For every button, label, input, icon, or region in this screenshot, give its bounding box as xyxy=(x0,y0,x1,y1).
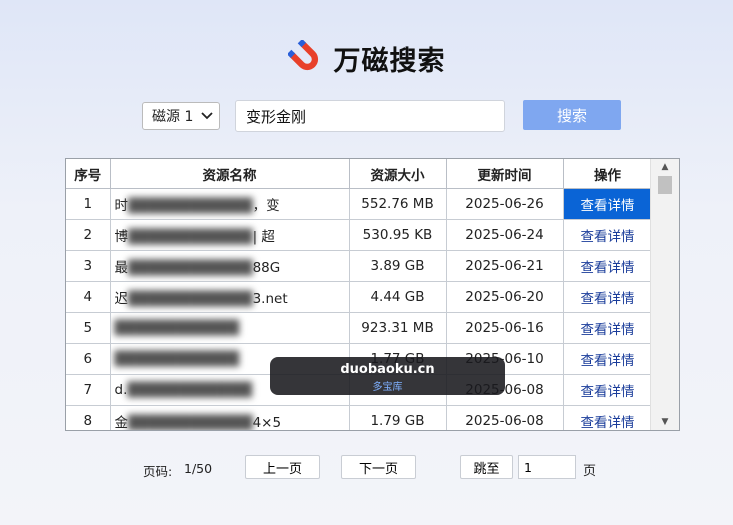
row-name-blurred: ████████████ xyxy=(128,415,253,431)
row-index: 1 xyxy=(66,188,111,220)
row-index: 7 xyxy=(66,374,111,406)
table-row: 3 最████████████88G 3.89 GB 2025-06-21 查看详情 xyxy=(66,250,653,282)
view-details-link[interactable]: 查看详情 xyxy=(563,374,653,406)
row-name-start: 博 xyxy=(114,229,129,245)
table-row: 5 ████████████ 923.31 MB 2025-06-16 查看详情 xyxy=(66,312,653,344)
magnet-icon xyxy=(287,40,318,71)
row-index: 6 xyxy=(66,343,111,375)
row-name-start: 最 xyxy=(114,260,129,276)
view-details-link[interactable]: 查看详情 xyxy=(563,250,653,282)
view-details-link[interactable]: 查看详情 xyxy=(563,281,653,313)
table-row: 4 迟████████████3.net 4.44 GB 2025-06-20 查看详情 xyxy=(66,281,653,313)
page-label: 页码: xyxy=(143,464,173,479)
row-name-start: 时 xyxy=(114,198,129,214)
prev-page-button[interactable]: 上一页 xyxy=(245,455,320,479)
row-name-blurred: ████████████ xyxy=(114,320,240,336)
row-index: 8 xyxy=(66,405,111,430)
row-size: 552.76 MB xyxy=(349,188,447,220)
view-details-link[interactable]: 查看详情 xyxy=(563,219,653,251)
page-unit-label: 页 xyxy=(583,464,597,479)
row-index: 3 xyxy=(66,250,111,282)
scroll-up-arrow-icon[interactable]: ▲ xyxy=(651,159,679,175)
app-header: 万磁搜索 xyxy=(0,36,733,80)
row-name: 时████████████，变 xyxy=(110,188,350,220)
table-scrollbar[interactable]: ▲ ▼ xyxy=(650,159,679,430)
row-date: 2025-06-16 xyxy=(446,312,564,344)
table-row: 8 金████████████4×5 1.79 GB 2025-06-08 查看详情 xyxy=(66,405,653,431)
header-name: 资源名称 xyxy=(110,159,350,189)
goto-page-input[interactable] xyxy=(518,455,576,479)
row-name: 迟████████████3.net xyxy=(110,281,350,313)
pagination: 页码: 1/50 上一页 下一页 跳至 页 xyxy=(0,455,733,481)
row-date: 2025-06-26 xyxy=(446,188,564,220)
header-index: 序号 xyxy=(66,159,111,189)
watermark-main: duobaoku.cn xyxy=(340,362,435,377)
row-name-blurred: ████████████ xyxy=(127,382,252,398)
search-bar: 磁源 1 搜索 xyxy=(0,100,733,132)
search-button[interactable]: 搜索 xyxy=(523,100,621,130)
goto-page-button[interactable]: 跳至 xyxy=(460,455,513,479)
row-name: 最████████████88G xyxy=(110,250,350,282)
row-name-start: d. xyxy=(114,382,128,398)
row-size: 3.89 GB xyxy=(349,250,447,282)
table-header-row: 序号 资源名称 资源大小 更新时间 操作 xyxy=(66,159,653,189)
row-name-end: 88G xyxy=(252,260,281,276)
row-date: 2025-06-08 xyxy=(446,405,564,430)
header-action: 操作 xyxy=(563,159,653,189)
row-name-end: ，变 xyxy=(252,198,280,214)
row-date: 2025-06-20 xyxy=(446,281,564,313)
source-select-value: 磁源 1 xyxy=(152,109,194,125)
watermark-sub: 多宝库 xyxy=(372,382,403,393)
row-name-blurred: ████████████ xyxy=(128,198,253,214)
row-date: 2025-06-24 xyxy=(446,219,564,251)
source-select[interactable]: 磁源 1 xyxy=(142,102,220,130)
scroll-down-arrow-icon[interactable]: ▼ xyxy=(651,414,679,430)
row-size: 1.79 GB xyxy=(349,405,447,430)
row-index: 2 xyxy=(66,219,111,251)
row-name-end: | 超 xyxy=(252,229,275,245)
next-page-button[interactable]: 下一页 xyxy=(341,455,416,479)
row-name-blurred: ████████████ xyxy=(128,291,253,307)
row-name-end: 4×5 xyxy=(252,415,282,431)
app-title: 万磁搜索 xyxy=(333,45,446,77)
view-details-link[interactable]: 查看详情 xyxy=(563,188,653,220)
row-size: 530.95 KB xyxy=(349,219,447,251)
view-details-link[interactable]: 查看详情 xyxy=(563,312,653,344)
page-value: 1/50 xyxy=(184,461,213,476)
row-name: 博████████████| 超 xyxy=(110,219,350,251)
row-name: ████████████ xyxy=(110,312,350,344)
table-row: 1 时████████████，变 552.76 MB 2025-06-26 查看详情 xyxy=(66,188,653,220)
row-name-blurred: ████████████ xyxy=(114,351,240,367)
table-row: 2 博████████████| 超 530.95 KB 2025-06-24 查看详情 xyxy=(66,219,653,251)
row-index: 4 xyxy=(66,281,111,313)
row-name-blurred: ████████████ xyxy=(128,260,253,276)
view-details-link[interactable]: 查看详情 xyxy=(563,405,653,430)
row-name-blurred: ████████████ xyxy=(128,229,253,245)
row-size: 923.31 MB xyxy=(349,312,447,344)
row-name-start: 金 xyxy=(114,415,129,431)
watermark-overlay: duobaoku.cn 多宝库 xyxy=(270,357,505,395)
header-size: 资源大小 xyxy=(349,159,447,189)
scroll-thumb[interactable] xyxy=(658,176,672,194)
chevron-down-icon xyxy=(201,112,213,120)
header-date: 更新时间 xyxy=(446,159,564,189)
row-name-end: 3.net xyxy=(252,291,288,307)
row-size: 4.44 GB xyxy=(349,281,447,313)
row-name: 金████████████4×5 xyxy=(110,405,350,431)
row-index: 5 xyxy=(66,312,111,344)
row-name-start: 迟 xyxy=(114,291,129,307)
view-details-link[interactable]: 查看详情 xyxy=(563,343,653,375)
row-date: 2025-06-21 xyxy=(446,250,564,282)
search-input[interactable] xyxy=(235,100,505,132)
